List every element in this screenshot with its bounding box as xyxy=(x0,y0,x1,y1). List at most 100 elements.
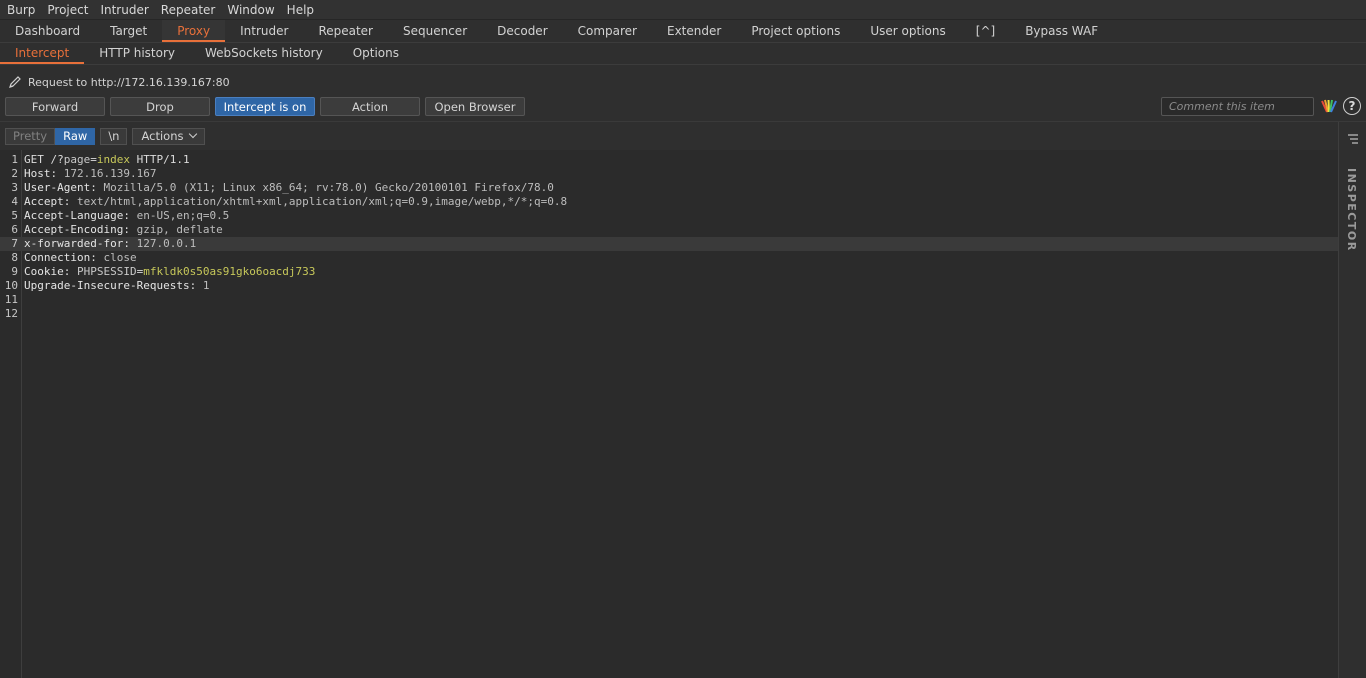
line-content: User-Agent: Mozilla/5.0 (X11; Linux x86_… xyxy=(24,181,554,195)
tab-repeater[interactable]: Repeater xyxy=(303,20,388,42)
actions-dropdown[interactable]: Actions xyxy=(132,127,205,145)
comment-input[interactable] xyxy=(1161,97,1314,116)
token-plain: : xyxy=(189,279,203,292)
line-number: 8 xyxy=(11,251,18,264)
actions-label: Actions xyxy=(141,129,184,143)
line-number: 2 xyxy=(11,167,18,180)
forward-button[interactable]: Forward xyxy=(5,97,105,116)
menu-window[interactable]: Window xyxy=(221,0,280,20)
newline-toggle[interactable]: \n xyxy=(100,127,128,145)
request-line[interactable]: 8 Connection: close xyxy=(0,251,1338,265)
tab-comparer[interactable]: Comparer xyxy=(563,20,652,42)
token-hval: 127.0.0.1 xyxy=(136,237,197,250)
token-pval: mfkldk0s50as91gko6oacdj733 xyxy=(143,265,316,278)
token-plain: : xyxy=(90,181,104,194)
request-line[interactable]: 10 Upgrade-Insecure-Requests: 1 xyxy=(0,279,1338,293)
tab-options[interactable]: Options xyxy=(338,43,414,64)
tab-intruder[interactable]: Intruder xyxy=(225,20,303,42)
request-line[interactable]: 6 Accept-Encoding: gzip, deflate xyxy=(0,223,1338,237)
line-content: Accept-Language: en-US,en;q=0.5 xyxy=(24,209,229,223)
menu-help[interactable]: Help xyxy=(281,0,320,20)
help-icon[interactable]: ? xyxy=(1343,97,1361,115)
line-number: 1 xyxy=(11,153,18,166)
highlight-color-icon[interactable] xyxy=(1321,98,1337,114)
token-hname: User-Agent xyxy=(24,181,91,194)
line-content: Upgrade-Insecure-Requests: 1 xyxy=(24,279,209,293)
drop-button[interactable]: Drop xyxy=(110,97,210,116)
request-line[interactable]: 11 xyxy=(0,293,1338,307)
pretty-toggle[interactable]: Pretty xyxy=(5,127,56,145)
raw-toggle[interactable]: Raw xyxy=(55,127,96,145)
menu-repeater[interactable]: Repeater xyxy=(155,0,222,20)
token-hname: Cookie xyxy=(24,265,64,278)
token-plain: = xyxy=(90,153,97,166)
tab-intercept[interactable]: Intercept xyxy=(0,43,85,64)
token-plain: : xyxy=(90,251,104,264)
token-hname: Connection xyxy=(24,251,91,264)
tab-extension-caret[interactable]: [^] xyxy=(961,20,1010,42)
tab-target[interactable]: Target xyxy=(95,20,162,42)
menu-burp[interactable]: Burp xyxy=(0,0,41,20)
inspector-menu-icon[interactable] xyxy=(1347,134,1359,144)
line-number: 9 xyxy=(11,265,18,278)
open-browser-button[interactable]: Open Browser xyxy=(425,97,525,116)
request-line[interactable]: 4 Accept: text/html,application/xhtml+xml… xyxy=(0,195,1338,209)
request-editor[interactable]: 1 GET /?page=index HTTP/1.1 2 Host: 172.16.… xyxy=(0,150,1338,678)
tab-http-history[interactable]: HTTP history xyxy=(84,43,190,64)
tab-extender[interactable]: Extender xyxy=(652,20,736,42)
tab-decoder[interactable]: Decoder xyxy=(482,20,563,42)
token-plain: : xyxy=(123,209,137,222)
tab-proxy[interactable]: Proxy xyxy=(162,20,226,42)
line-number: 11 xyxy=(4,293,18,306)
line-content: GET /?page=index HTTP/1.1 xyxy=(24,153,190,167)
request-line[interactable]: 9 Cookie: PHPSESSID=mfkldk0s50as91gko6oac… xyxy=(0,265,1338,279)
inspector-panel[interactable]: INSPECTOR xyxy=(1338,122,1366,678)
pencil-icon[interactable] xyxy=(8,75,22,89)
token-hname: Accept-Language xyxy=(24,209,124,222)
proxy-tabs: Intercept HTTP history WebSockets histor… xyxy=(0,43,1366,65)
line-content: Accept: text/html,application/xhtml+xml,… xyxy=(24,195,567,209)
intercept-toggle-button[interactable]: Intercept is on xyxy=(215,97,315,116)
intercept-button-row: Forward Drop Intercept is on Action Open… xyxy=(5,97,530,116)
token-hval: 1 xyxy=(202,279,210,292)
line-content: Accept-Encoding: gzip, deflate xyxy=(24,223,223,237)
token-plain: GET /? xyxy=(24,153,64,166)
editor-toolbar: Pretty Raw \n Actions xyxy=(0,122,1338,150)
tab-user-options[interactable]: User options xyxy=(855,20,960,42)
request-line[interactable]: 7 x-forwarded-for: 127.0.0.1 xyxy=(0,237,1338,251)
line-content: Connection: close xyxy=(24,251,137,265)
token-hname: Host xyxy=(24,167,51,180)
line-content: Host: 172.16.139.167 xyxy=(24,167,156,181)
tab-dashboard[interactable]: Dashboard xyxy=(0,20,95,42)
tab-sequencer[interactable]: Sequencer xyxy=(388,20,482,42)
line-number: 5 xyxy=(11,209,18,222)
token-hname: Upgrade-Insecure-Requests xyxy=(24,279,190,292)
inspector-label[interactable]: INSPECTOR xyxy=(1345,168,1358,252)
line-content: x-forwarded-for: 127.0.0.1 xyxy=(24,237,196,251)
request-line[interactable]: 5 Accept-Language: en-US,en;q=0.5 xyxy=(0,209,1338,223)
tab-bypass-waf[interactable]: Bypass WAF xyxy=(1010,20,1113,42)
main-tabs: Dashboard Target Proxy Intruder Repeater… xyxy=(0,20,1366,43)
token-hval: close xyxy=(103,251,137,264)
menu-intruder[interactable]: Intruder xyxy=(94,0,154,20)
line-number: 7 xyxy=(11,237,18,250)
menu-project[interactable]: Project xyxy=(41,0,94,20)
line-number: 3 xyxy=(11,181,18,194)
menu-bar: Burp Project Intruder Repeater Window He… xyxy=(0,0,1366,20)
tab-project-options[interactable]: Project options xyxy=(736,20,855,42)
request-line[interactable]: 1 GET /?page=index HTTP/1.1 xyxy=(0,153,1338,167)
line-content: Cookie: PHPSESSID=mfkldk0s50as91gko6oacd… xyxy=(24,265,315,279)
token-hval: Mozilla/5.0 (X11; Linux x86_64; rv:78.0)… xyxy=(103,181,554,194)
token-plain: HTTP/1.1 xyxy=(130,153,190,166)
token-pname: page xyxy=(63,153,91,166)
request-line[interactable]: 2 Host: 172.16.139.167 xyxy=(0,167,1338,181)
request-line[interactable]: 3 User-Agent: Mozilla/5.0 (X11; Linux x86… xyxy=(0,181,1338,195)
token-hname: x-forwarded-for xyxy=(24,237,124,250)
tab-websockets-history[interactable]: WebSockets history xyxy=(190,43,338,64)
action-button[interactable]: Action xyxy=(320,97,420,116)
token-pval: index xyxy=(96,153,130,166)
request-url-label: Request to http://172.16.139.167:80 xyxy=(28,75,230,89)
line-number: 10 xyxy=(4,279,18,292)
line-number: 4 xyxy=(11,195,18,208)
request-line[interactable]: 12 xyxy=(0,307,1338,321)
